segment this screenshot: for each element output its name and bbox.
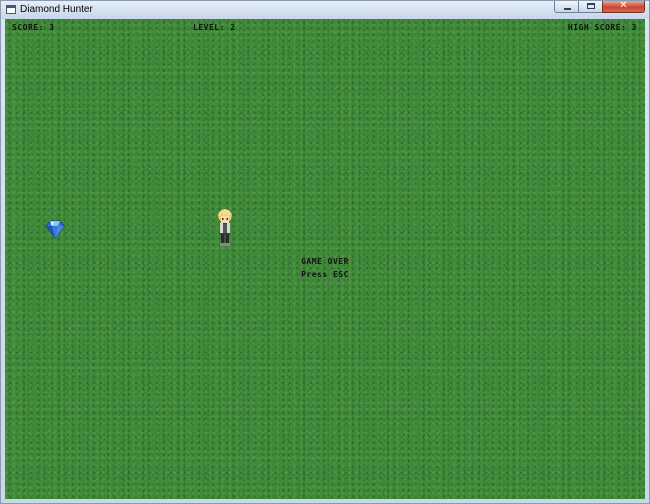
window-title: Diamond Hunter [20,4,93,15]
score-label: SCORE: 3 [12,23,55,32]
game-canvas[interactable]: SCORE: 3 LEVEL: 2 HIGH SCORE: 3 GAME OVE… [5,19,645,499]
close-button[interactable]: ✕ [602,0,645,13]
app-icon [6,5,16,14]
game-over-text: GAME OVER [301,257,349,266]
level-label: LEVEL: 2 [193,23,236,32]
window-controls: ✕ [554,0,645,13]
diamond-icon [45,220,65,239]
minimize-button[interactable] [554,1,579,13]
press-esc-text: Press ESC [301,270,349,279]
maximize-icon [587,3,595,9]
player-character-icon [217,208,233,246]
high-score-label: HIGH SCORE: 3 [567,23,637,32]
title-bar[interactable]: Diamond Hunter ✕ [1,0,649,19]
maximize-button[interactable] [578,1,603,13]
minimize-icon [564,8,571,10]
close-icon: ✕ [619,0,628,11]
app-window: Diamond Hunter ✕ SCORE: 3 LEVEL: 2 HIGH … [0,0,650,504]
